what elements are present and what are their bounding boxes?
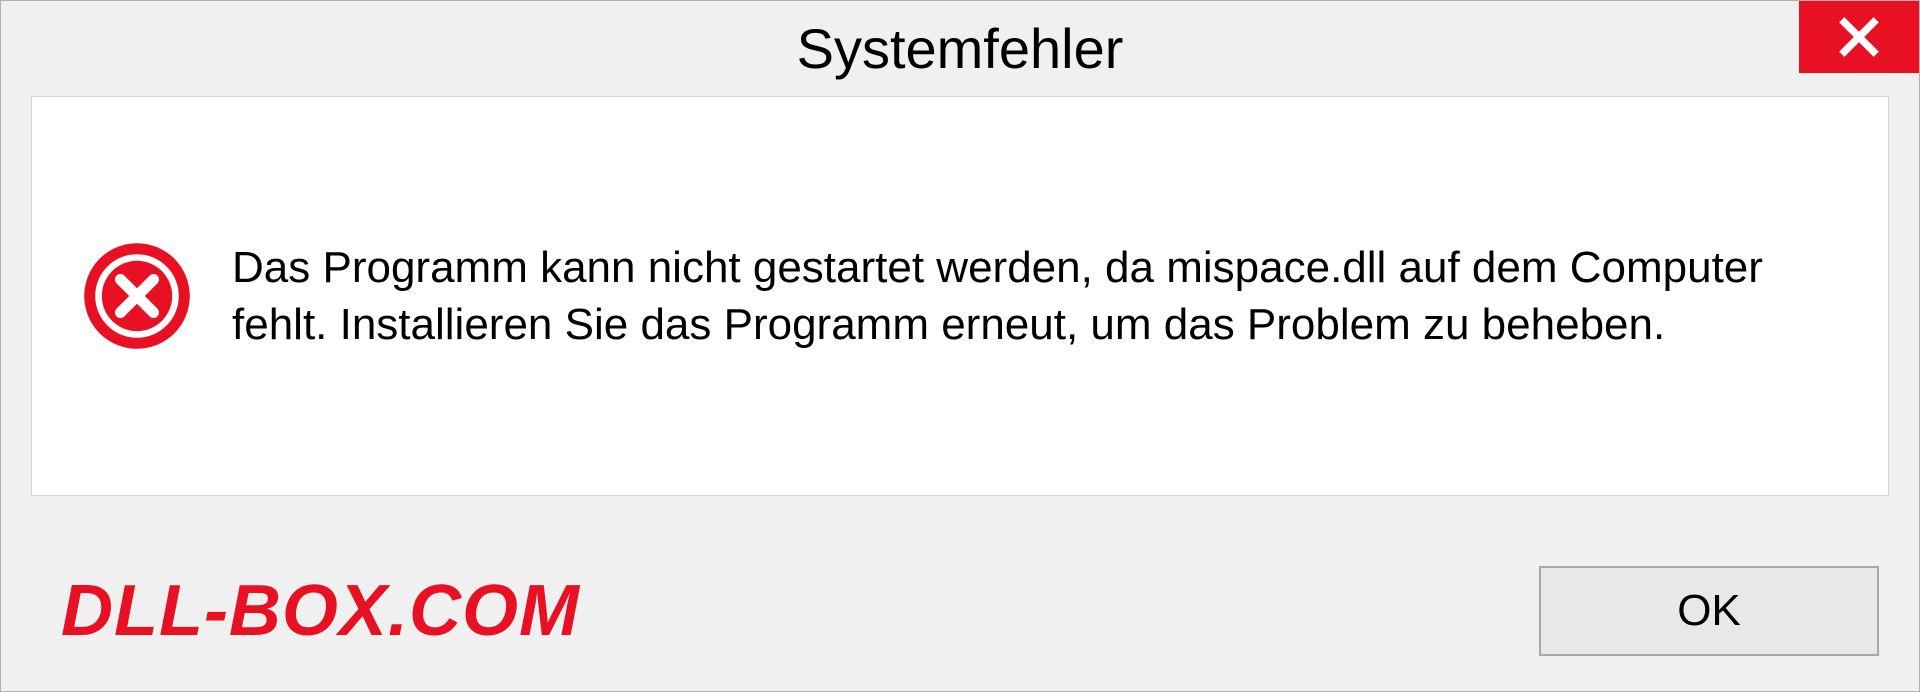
close-button[interactable] — [1799, 1, 1919, 73]
dialog-footer: DLL-BOX.COM OK — [1, 531, 1919, 691]
titlebar: Systemfehler — [1, 1, 1919, 96]
close-icon — [1837, 15, 1881, 59]
content-panel: Das Programm kann nicht gestartet werden… — [31, 96, 1889, 496]
error-dialog: Systemfehler Das Programm kann nicht ges… — [0, 0, 1920, 692]
dialog-title: Systemfehler — [797, 16, 1124, 81]
ok-button[interactable]: OK — [1539, 566, 1879, 656]
error-icon — [82, 241, 192, 351]
error-message: Das Programm kann nicht gestartet werden… — [232, 239, 1838, 353]
watermark-text: DLL-BOX.COM — [61, 570, 580, 652]
